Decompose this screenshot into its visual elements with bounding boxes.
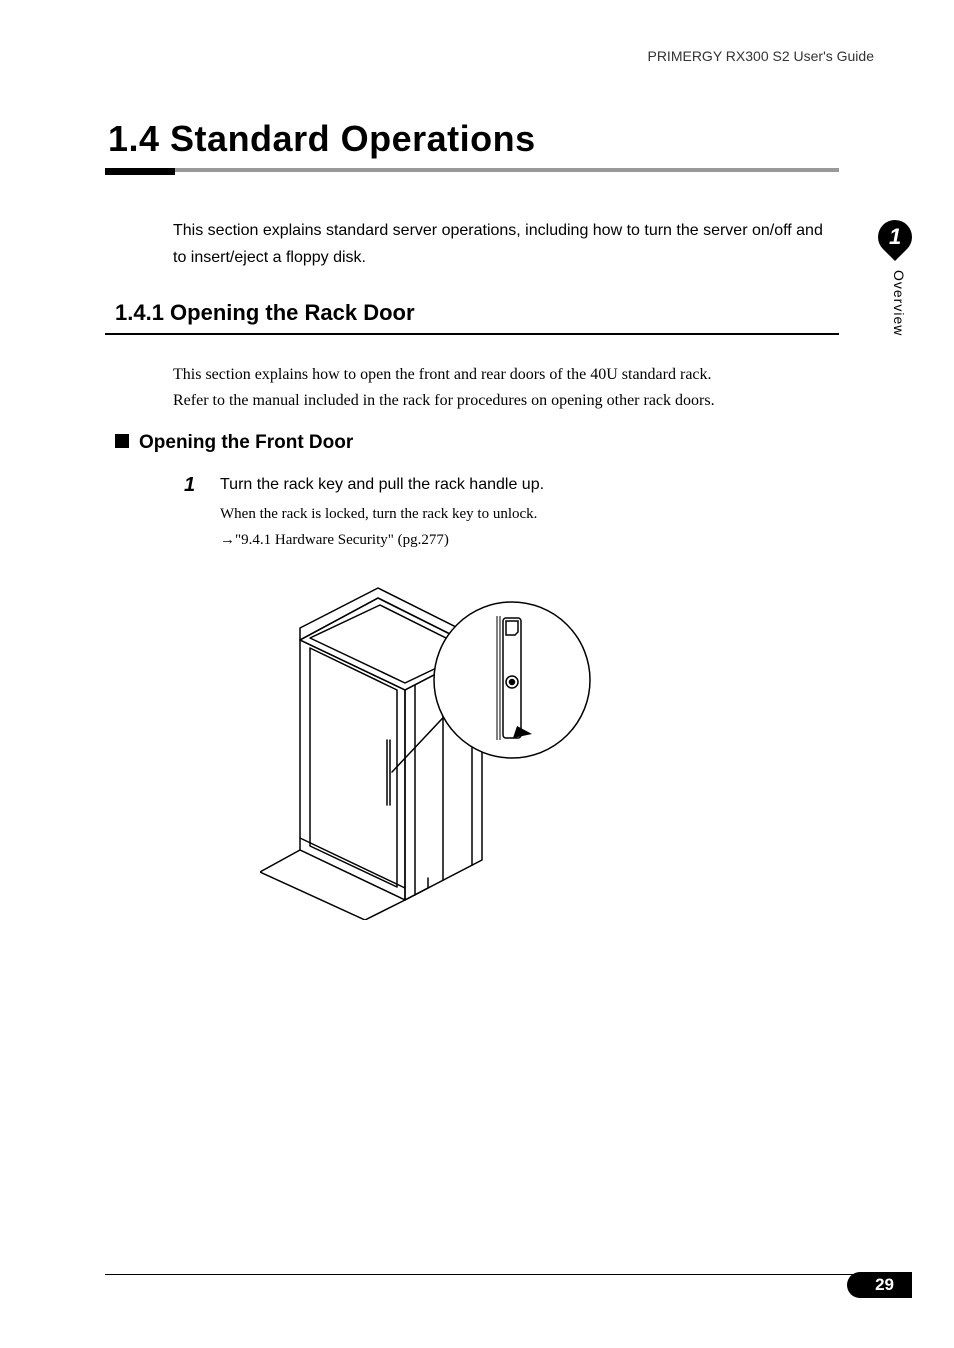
- section-heading: 1.4.1 Opening the Rack Door: [115, 300, 415, 326]
- section-body-line2: Refer to the manual included in the rack…: [173, 392, 715, 409]
- intro-paragraph: This section explains standard server op…: [173, 217, 838, 271]
- section-body-line1: This section explains how to open the fr…: [173, 366, 712, 383]
- footer-rule: [105, 1274, 865, 1275]
- step-detail: When the rack is locked, turn the rack k…: [220, 502, 537, 553]
- subsection-heading: Opening the Front Door: [115, 432, 353, 454]
- section-body: This section explains how to open the fr…: [173, 362, 838, 413]
- doc-title-header: PRIMERGY RX300 S2 User's Guide: [647, 48, 874, 64]
- step-number: 1: [184, 474, 195, 497]
- rack-illustration: [260, 560, 600, 925]
- step-detail-line2: →"9.4.1 Hardware Security" (pg.277): [220, 532, 449, 548]
- heading-rule: [105, 168, 839, 178]
- chapter-tab-bubble-icon: 1: [871, 213, 919, 261]
- chapter-tab-number: 1: [889, 224, 901, 250]
- main-heading: 1.4 Standard Operations: [108, 118, 536, 160]
- subsection-heading-text: Opening the Front Door: [139, 432, 353, 453]
- step-instruction: Turn the rack key and pull the rack hand…: [220, 476, 544, 494]
- chapter-tab-label: Overview: [891, 270, 907, 336]
- page-number: 29: [847, 1272, 912, 1298]
- square-bullet-icon: [115, 434, 129, 448]
- step-detail-line1: When the rack is locked, turn the rack k…: [220, 506, 537, 522]
- section-rule: [105, 333, 839, 335]
- chapter-tab: 1: [878, 220, 912, 254]
